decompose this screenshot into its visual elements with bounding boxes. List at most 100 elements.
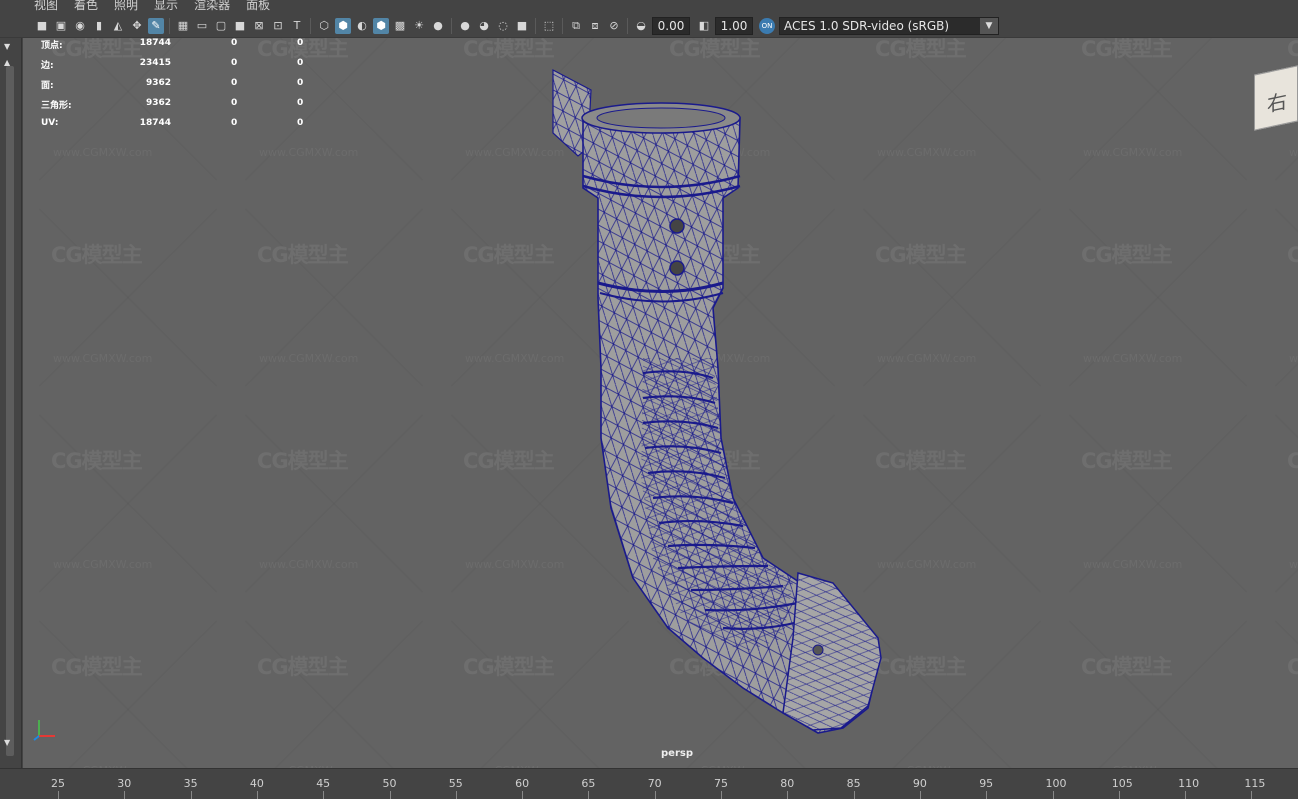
xray-joints-icon[interactable]: ⧈ (587, 18, 603, 34)
shadows-icon[interactable]: ● (430, 18, 446, 34)
timeline-tick-label: 100 (1045, 777, 1067, 790)
chevron-down-icon[interactable]: ▼ (980, 17, 998, 34)
camera-icon[interactable]: ■ (34, 18, 50, 34)
isolate-select-icon[interactable]: ⬚ (541, 18, 557, 34)
menu-bar: 视图 着色 照明 显示 渲染器 面板 (0, 0, 1298, 14)
toolbar-divider (169, 17, 170, 34)
timeline-tick-label: 40 (249, 777, 264, 790)
xray-active-icon[interactable]: ⊘ (606, 18, 622, 34)
hud-row-triangles: 三角形: 9362 0 0 (41, 98, 321, 118)
gamma-icon[interactable]: ◒ (633, 18, 649, 34)
timeline-tick-mark (1052, 791, 1054, 799)
grease-pencil-icon[interactable]: ✎ (148, 17, 164, 34)
menu-renderer[interactable]: 渲染器 (194, 0, 230, 11)
film-gate-icon[interactable]: ▭ (194, 18, 210, 34)
smooth-shade-icon[interactable]: ⬢ (335, 17, 351, 34)
timeline-tick-mark (588, 791, 590, 799)
exposure-field[interactable]: 1.00 (715, 16, 753, 35)
hud-value: 0 (231, 118, 238, 128)
pipe-mesh[interactable] (23, 38, 1298, 768)
screen-space-ao-icon[interactable]: ● (457, 18, 473, 34)
poly-count-hud: 顶点: 18744 0 0 边: 23415 0 0 面: 9362 0 0 三… (41, 38, 321, 138)
time-slider[interactable]: 25 30 35 40 45 50 55 60 65 70 75 80 85 90 95 100 105 110 1… (0, 768, 1298, 799)
menu-lighting[interactable]: 照明 (114, 0, 138, 11)
wireframe-icon[interactable]: ⬡ (316, 18, 332, 34)
color-space-value: ACES 1.0 SDR-video (sRGB) (784, 18, 950, 33)
toolbar-divider (535, 17, 536, 34)
timeline-tick-mark (455, 791, 457, 799)
perspective-viewport[interactable]: CG模型主 www.CGMXW.com CG模型主 www.CGMXW.com CG模型… (23, 38, 1298, 768)
timeline-tick-mark (654, 791, 656, 799)
default-material-icon[interactable]: ◐ (354, 18, 370, 34)
wireframe-on-shaded-icon[interactable]: ⬢ (373, 17, 389, 34)
vertical-scrollbar[interactable] (6, 66, 14, 756)
hud-value: 0 (297, 98, 304, 108)
hud-value: 9362 (145, 98, 171, 108)
xray-icon[interactable]: ⧉ (568, 18, 584, 34)
camera-name-label: persp (661, 748, 693, 759)
timeline-tick-mark (256, 791, 258, 799)
expand-arrow-icon[interactable]: ▼ (4, 42, 10, 51)
camera-pan-icon[interactable]: ✥ (129, 18, 145, 34)
toolbar-divider (562, 17, 563, 34)
menu-view[interactable]: 视图 (34, 0, 58, 11)
safe-action-icon[interactable]: ⊡ (270, 18, 286, 34)
safe-title-icon[interactable]: T (289, 18, 305, 34)
field-chart-icon[interactable]: ⊠ (251, 18, 267, 34)
view-cube-face-label: 右 (1267, 88, 1287, 117)
textured-icon[interactable]: ▩ (392, 18, 408, 34)
timeline-tick-label: 70 (647, 777, 662, 790)
timeline-tick-label: 65 (581, 777, 596, 790)
timeline-tick-label: 50 (382, 777, 397, 790)
timeline-tick-mark (919, 791, 921, 799)
timeline-tick-label: 95 (979, 777, 994, 790)
menu-show[interactable]: 显示 (154, 0, 178, 11)
timeline-tick-label: 30 (117, 777, 132, 790)
gate-mask-icon[interactable]: ■ (232, 18, 248, 34)
timeline-tick-mark (323, 791, 325, 799)
view-cube[interactable]: 右 (1254, 65, 1298, 131)
grid-icon[interactable]: ▦ (175, 18, 191, 34)
timeline-tick-mark (124, 791, 126, 799)
hud-value: 0 (231, 98, 238, 108)
image-plane-icon[interactable]: ◭ (110, 18, 126, 34)
timeline-tick-label: 45 (316, 777, 331, 790)
exposure-icon[interactable]: ◧ (696, 18, 712, 34)
hud-row-edges: 边: 23415 0 0 (41, 58, 321, 78)
menu-panels[interactable]: 面板 (246, 0, 270, 11)
hud-value: 0 (231, 78, 238, 88)
hud-value: 0 (231, 38, 238, 48)
timeline-tick-mark (389, 791, 391, 799)
camera-attributes-icon[interactable]: ◉ (72, 18, 88, 34)
anti-aliasing-icon[interactable]: ◌ (495, 18, 511, 34)
camera-near-field[interactable]: 0.00 (652, 16, 690, 35)
timeline-tick-mark (787, 791, 789, 799)
motion-blur-icon[interactable]: ◕ (476, 18, 492, 34)
use-all-lights-icon[interactable]: ☀ (411, 18, 427, 34)
timeline-tick-mark (522, 791, 524, 799)
timeline-tick-label: 60 (515, 777, 530, 790)
scroll-down-icon[interactable]: ▼ (4, 738, 10, 747)
depth-of-field-icon[interactable]: ■ (514, 18, 530, 34)
hud-value: 18744 (139, 38, 171, 48)
color-space-dropdown[interactable]: ACES 1.0 SDR-video (sRGB) ▼ (779, 16, 999, 35)
hud-value: 0 (297, 38, 304, 48)
toolbar-divider (310, 17, 311, 34)
timeline-tick-mark (721, 791, 722, 799)
menu-shading[interactable]: 着色 (74, 0, 98, 11)
left-side-strip: ▼ ▲ ▼ (0, 38, 22, 768)
hud-row-faces: 面: 9362 0 0 (41, 78, 321, 98)
timeline-tick-mark (1185, 791, 1187, 799)
resolution-gate-icon[interactable]: ▢ (213, 18, 229, 34)
camera-lock-icon[interactable]: ▣ (53, 18, 69, 34)
hud-label: UV: (41, 118, 59, 128)
color-management-toggle[interactable]: ON (759, 17, 775, 34)
hud-label: 面: (41, 81, 54, 91)
hud-value: 0 (297, 118, 304, 128)
timeline-tick-label: 55 (448, 777, 463, 790)
hud-row-uvs: UV: 18744 0 0 (41, 118, 321, 138)
bookmark-icon[interactable]: ▮ (91, 18, 107, 34)
timeline-tick-label: 85 (846, 777, 861, 790)
hud-value: 0 (297, 78, 304, 88)
toolbar-divider (627, 17, 628, 34)
